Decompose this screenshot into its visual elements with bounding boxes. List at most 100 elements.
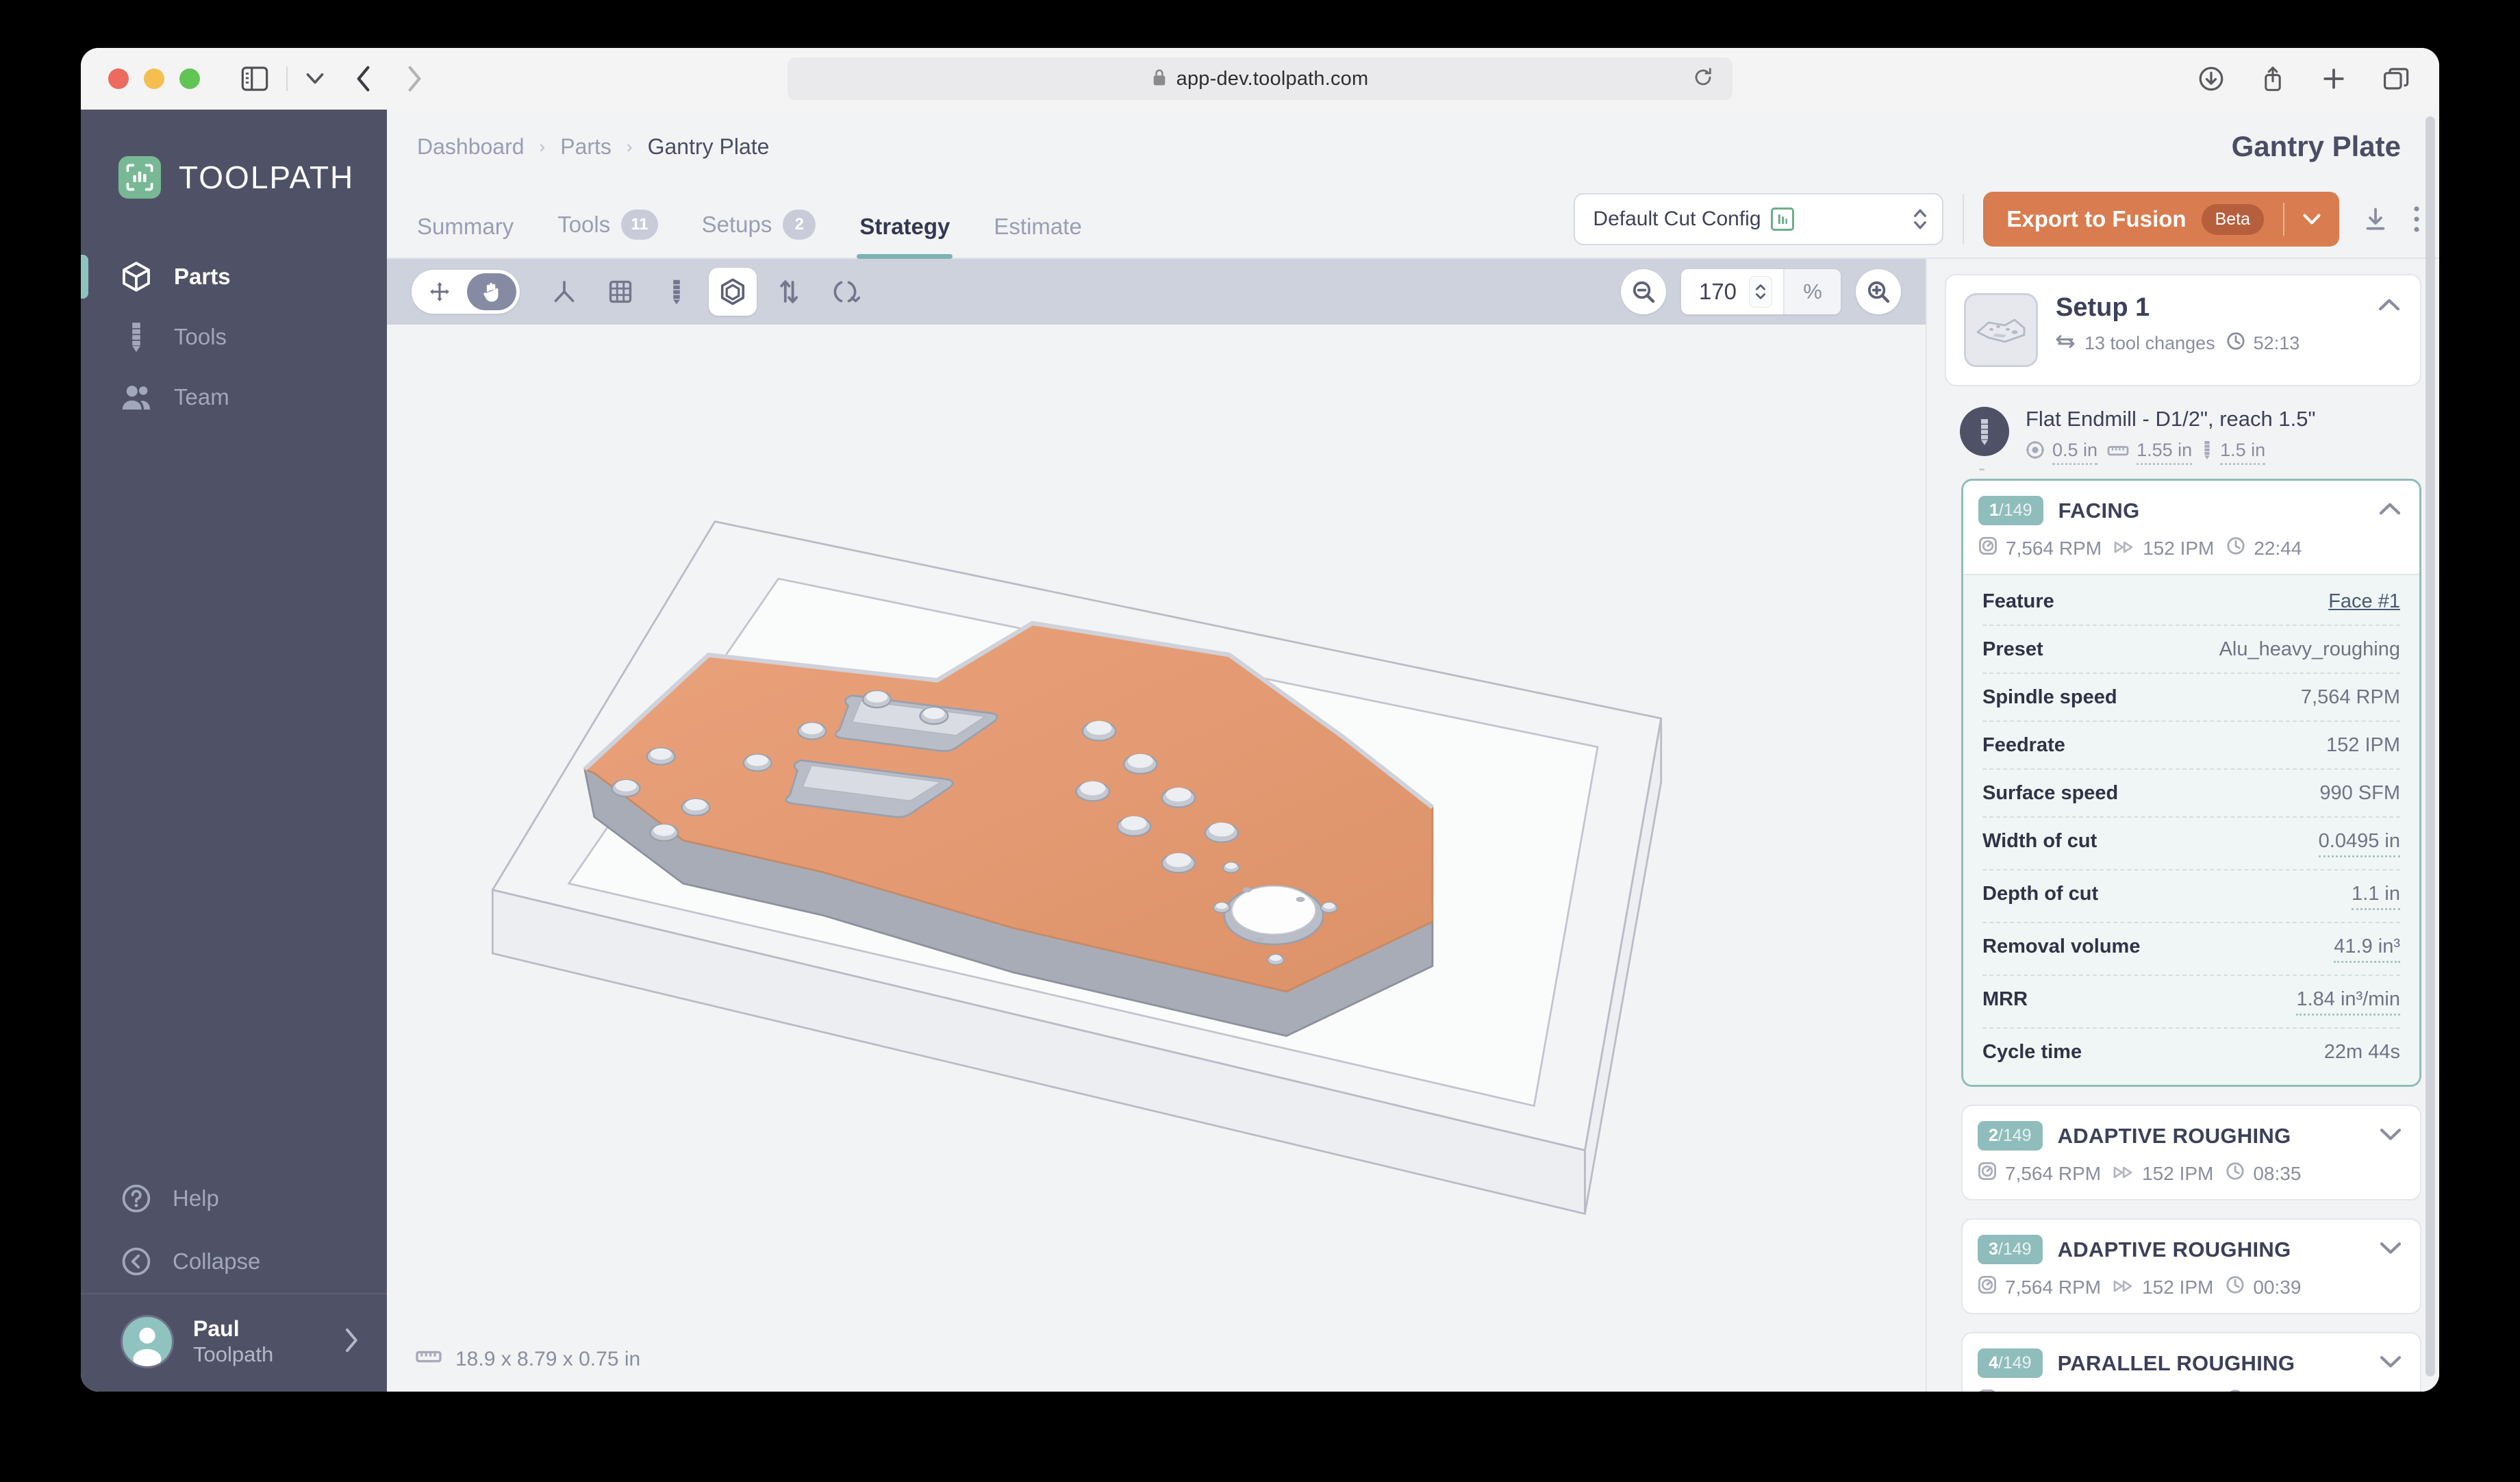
stepper-icon[interactable]	[1912, 205, 1928, 233]
tab-tools[interactable]: Tools 11	[557, 210, 658, 258]
user-org: Toolpath	[193, 1342, 274, 1366]
breadcrumb-separator: ›	[539, 136, 546, 157]
operation-rpm-text: 7,564 RPM	[2006, 537, 2102, 559]
people-icon	[121, 384, 152, 411]
viewport-3d[interactable]: 170 % 18.9 x 8.79 x 0.75 in	[387, 259, 1926, 1392]
operation-card-facing[interactable]: 1/149 FACING 7,564 RPM 152 IPM 22:44 Fea…	[1961, 479, 2421, 1087]
back-chevron-icon[interactable]	[355, 65, 373, 92]
minimize-window-button[interactable]	[144, 68, 164, 89]
help-button[interactable]: Help	[81, 1167, 387, 1230]
feed-icon	[2113, 1277, 2134, 1298]
move-tool-icon[interactable]	[415, 273, 464, 310]
operation-card-parallel-roughing-4[interactable]: 4/149 PARALLEL ROUGHING	[1961, 1332, 2421, 1392]
tab-estimate[interactable]: Estimate	[994, 214, 1081, 258]
up-down-arrows-icon[interactable]	[765, 268, 813, 316]
forward-chevron-icon[interactable]	[405, 65, 423, 92]
tab-setups[interactable]: Setups 2	[702, 210, 816, 258]
tool-change-icon	[2056, 333, 2076, 354]
tab-overview-icon[interactable]	[2383, 67, 2409, 90]
operation-ipm-text: 152 IPM	[2143, 537, 2215, 559]
cut-config-select[interactable]: Default Cut Config	[1574, 193, 1944, 245]
detail-key: Feedrate	[1982, 734, 2065, 756]
chevron-up-icon[interactable]	[2378, 293, 2401, 316]
collapse-label: Collapse	[173, 1248, 261, 1274]
endmill-icon	[2202, 440, 2213, 465]
gauge-icon	[1978, 1389, 1997, 1392]
breadcrumb-dashboard[interactable]: Dashboard	[417, 134, 525, 160]
operation-header[interactable]: 1/149 FACING 7,564 RPM 152 IPM 22:44	[1963, 481, 2419, 574]
chevron-down-icon[interactable]	[2379, 1127, 2402, 1145]
operation-index: 2	[1989, 1126, 1998, 1145]
detail-value: 152 IPM	[2326, 734, 2400, 756]
tab-summary[interactable]: Summary	[417, 214, 514, 258]
tool-spec-reach: 1.5 in	[2202, 440, 2266, 465]
operation-card-adaptive-roughing-2[interactable]: 2/149 ADAPTIVE ROUGHING 7,564 RPM 152 IP…	[1961, 1105, 2421, 1201]
zoom-unit: %	[1783, 269, 1841, 314]
operation-ipm: 152 IPM	[2113, 1277, 2213, 1298]
sidebar-item-tools[interactable]: Tools	[81, 307, 387, 367]
operation-header[interactable]: 3/149 ADAPTIVE ROUGHING 7,564 RPM 152 IP…	[1963, 1220, 2420, 1313]
chevron-down-icon[interactable]	[305, 72, 325, 86]
operation-time-text: 00:39	[2253, 1276, 2302, 1298]
download-icon[interactable]	[2339, 206, 2389, 232]
clock-icon	[2226, 536, 2245, 560]
chevron-down-icon[interactable]	[2379, 1240, 2402, 1259]
page-header: Dashboard › Parts › Gantry Plate Gantry …	[387, 110, 2439, 259]
sidebar-item-parts[interactable]: Parts	[81, 247, 387, 307]
tab-count-badge: 11	[621, 210, 658, 240]
orbit-icon[interactable]	[821, 268, 869, 316]
origin-axes-icon[interactable]	[540, 268, 588, 316]
chevron-down-icon[interactable]	[2379, 1354, 2402, 1372]
feed-icon	[2113, 1163, 2134, 1185]
endmill-icon[interactable]	[653, 268, 701, 316]
detail-value-feature-link[interactable]: Face #1	[2328, 590, 2400, 613]
model-render[interactable]	[387, 325, 1926, 1392]
question-circle-icon	[121, 1183, 152, 1214]
chevron-up-icon[interactable]	[2378, 501, 2402, 520]
pan-hand-icon[interactable]	[467, 273, 516, 310]
model-cube-icon[interactable]	[709, 268, 757, 316]
export-to-fusion-button[interactable]: Export to Fusion Beta	[1983, 192, 2339, 247]
address-bar[interactable]: app-dev.toolpath.com	[788, 58, 1732, 100]
user-menu[interactable]: Paul Toolpath	[81, 1293, 387, 1392]
zoom-in-icon[interactable]	[1856, 269, 1901, 314]
zoom-out-icon[interactable]	[1620, 269, 1666, 314]
setup-duration-text: 52:13	[2253, 332, 2300, 353]
sidebar-item-team[interactable]: Team	[81, 367, 387, 427]
app-root: TOOLPATH Parts Tools Team Help Collapse …	[81, 110, 2439, 1392]
zoom-input[interactable]: 170 %	[1680, 269, 1841, 314]
part-thumbnail-icon	[1964, 293, 2038, 367]
operation-index: 1	[1989, 501, 1999, 520]
tab-strategy[interactable]: Strategy	[857, 214, 953, 259]
share-icon[interactable]	[2261, 65, 2284, 92]
grid-icon[interactable]	[596, 268, 644, 316]
operation-header[interactable]: 4/149 PARALLEL ROUGHING	[1963, 1333, 2420, 1392]
sidebar-toggle-icon[interactable]	[241, 66, 268, 91]
operation-title: ADAPTIVE ROUGHING	[2057, 1123, 2291, 1148]
kebab-menu-icon[interactable]	[2389, 205, 2421, 234]
downloads-icon[interactable]	[2198, 66, 2224, 92]
operation-rpm-text: 7,564 RPM	[2005, 1390, 2101, 1392]
collapse-button[interactable]: Collapse	[81, 1230, 387, 1293]
setup-card[interactable]: Setup 1 13 tool changes 52:13	[1945, 274, 2421, 386]
operation-title: FACING	[2058, 498, 2140, 523]
detail-value: 0.0495 in	[2318, 830, 2400, 857]
operation-card-adaptive-roughing-3[interactable]: 3/149 ADAPTIVE ROUGHING 7,564 RPM 152 IP…	[1961, 1218, 2421, 1314]
maximize-window-button[interactable]	[179, 68, 200, 89]
operation-header[interactable]: 2/149 ADAPTIVE ROUGHING 7,564 RPM 152 IP…	[1963, 1106, 2420, 1199]
reload-icon[interactable]	[1693, 67, 1713, 91]
breadcrumb-parts[interactable]: Parts	[560, 134, 612, 160]
plus-icon[interactable]	[2321, 66, 2346, 91]
tool-row[interactable]: Flat Endmill - D1/2", reach 1.5" 0.5 in	[1945, 386, 2421, 470]
toolpath-logo-icon	[118, 156, 161, 199]
close-window-button[interactable]	[108, 68, 129, 89]
page-scrollbar[interactable]	[2426, 116, 2435, 1377]
operation-rpm: 7,564 RPM	[1978, 536, 2102, 560]
endmill-icon	[1960, 407, 2009, 456]
sidebar-item-label: Tools	[174, 324, 227, 349]
cut-config-icon	[1770, 208, 1794, 231]
clock-icon	[2226, 331, 2245, 355]
tab-bar: Summary Tools 11 Setups 2 Strategy Estim	[387, 184, 2439, 259]
export-dropdown-button[interactable]	[2284, 212, 2339, 226]
zoom-stepper[interactable]	[1749, 276, 1772, 307]
